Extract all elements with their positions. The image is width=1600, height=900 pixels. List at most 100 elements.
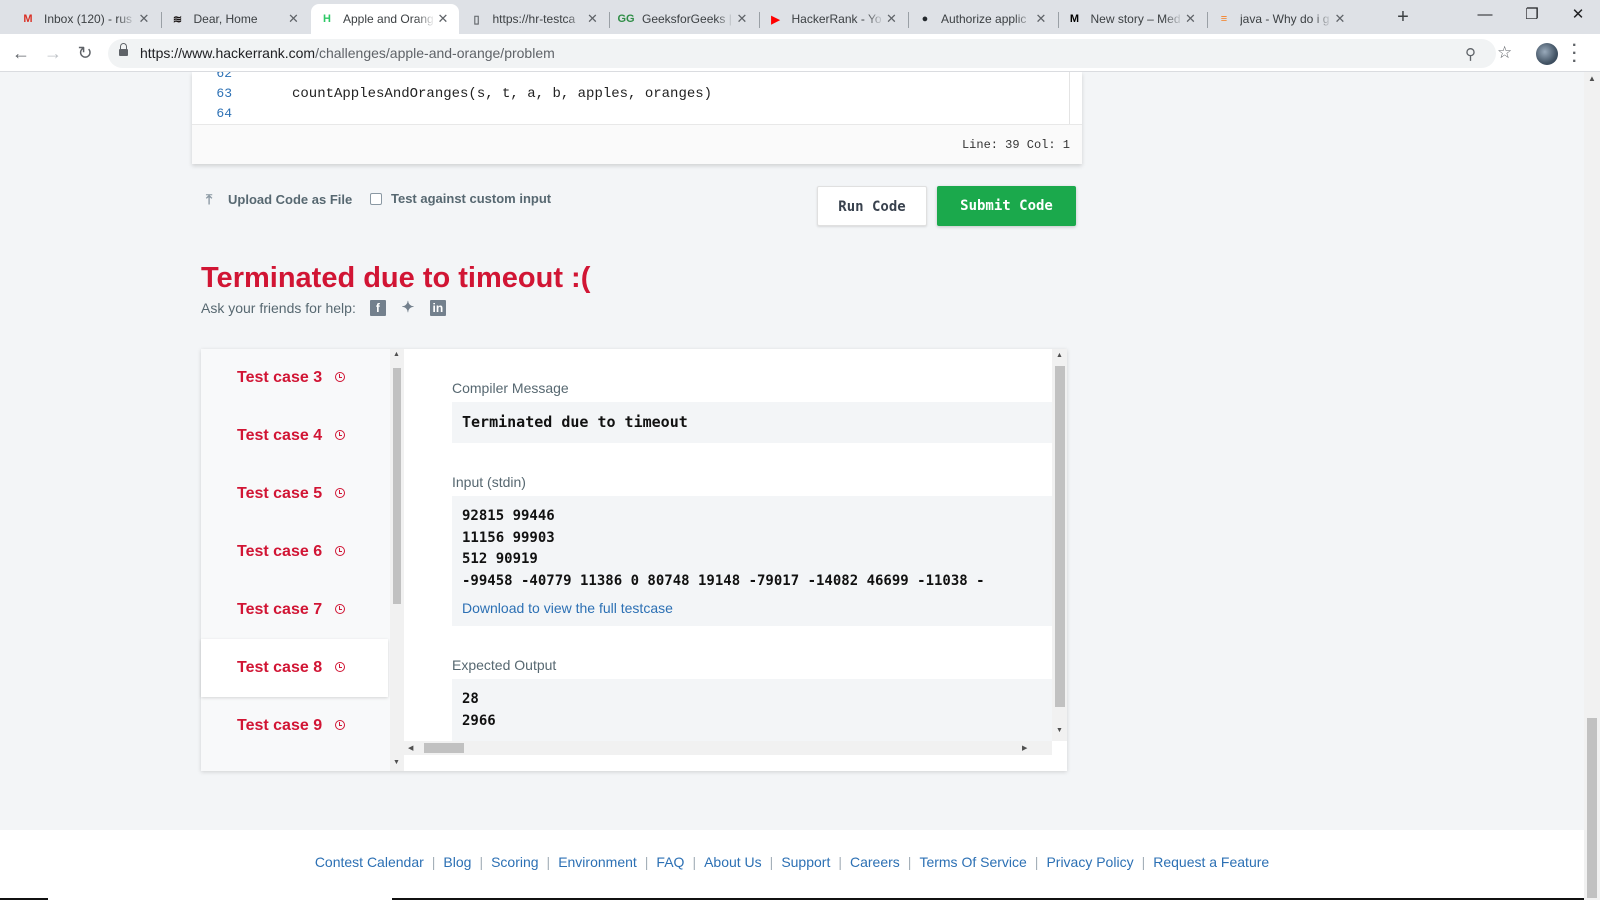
- detail-vertical-scrollbar[interactable]: ▲ ▼: [1052, 349, 1067, 741]
- tab-close-icon[interactable]: ✕: [435, 11, 451, 27]
- tab-close-icon[interactable]: ✕: [1183, 11, 1199, 27]
- profile-avatar[interactable]: [1536, 43, 1558, 65]
- scroll-up-icon[interactable]: ▲: [1056, 352, 1063, 359]
- tab-close-icon[interactable]: ✕: [136, 11, 152, 27]
- browser-tab[interactable]: H Apple and Orang ✕: [311, 4, 459, 34]
- footer-separator: |: [838, 854, 842, 870]
- facebook-icon[interactable]: f: [369, 300, 386, 316]
- scroll-up-icon[interactable]: ▲: [1588, 74, 1596, 83]
- browser-tab[interactable]: GG GeeksforGeeks | ✕: [610, 4, 758, 34]
- test-case-scrollbar[interactable]: ▲ ▼: [390, 349, 404, 771]
- test-case-item[interactable]: Test case 4: [201, 407, 388, 465]
- linkedin-icon[interactable]: in: [429, 300, 446, 316]
- test-case-item[interactable]: Test case 8: [201, 639, 388, 697]
- bookmark-star-icon[interactable]: ☆: [1497, 43, 1512, 63]
- scroll-down-icon[interactable]: ▼: [1056, 727, 1063, 734]
- browser-tab[interactable]: M Inbox (120) - rus ✕: [12, 4, 160, 34]
- upload-icon: ⤒: [206, 191, 213, 207]
- download-testcase-link[interactable]: Download to view the full testcase: [462, 598, 1044, 620]
- browser-tab[interactable]: ≡ java - Why do i g ✕: [1208, 4, 1356, 34]
- tab-title: Apple and Orang: [343, 12, 434, 26]
- share-help: Ask your friends for help: f ✦ in: [201, 300, 446, 316]
- tab-separator: [1057, 12, 1059, 28]
- footer-link[interactable]: Request a Feature: [1153, 854, 1269, 870]
- footer-link[interactable]: About Us: [704, 854, 762, 870]
- custom-input-label: Test against custom input: [391, 191, 552, 206]
- footer-separator: |: [692, 854, 697, 870]
- scroll-left-icon[interactable]: ◀: [408, 744, 413, 752]
- tab-separator: [758, 12, 760, 28]
- footer-link[interactable]: Support: [781, 854, 830, 870]
- test-case-item[interactable]: Test case 5: [201, 465, 388, 523]
- twitter-icon[interactable]: ✦: [400, 300, 416, 316]
- footer-link[interactable]: Contest Calendar: [315, 854, 424, 870]
- expected-output: 28 2966: [462, 691, 496, 729]
- browser-tab[interactable]: ● Authorize applic ✕: [909, 4, 1057, 34]
- browser-tab[interactable]: ▯ https://hr-testca ✕: [461, 4, 609, 34]
- custom-input-toggle[interactable]: Test against custom input: [370, 191, 551, 206]
- cursor-position: Line: 39 Col: 1: [961, 138, 1070, 152]
- footer-separator: |: [1141, 854, 1146, 870]
- footer-link[interactable]: Privacy Policy: [1046, 854, 1133, 870]
- footer-link[interactable]: FAQ: [656, 854, 684, 870]
- test-case-label: Test case 8: [237, 659, 323, 676]
- input-box: 92815 99446 11156 99903 512 90919 -99458…: [452, 496, 1054, 626]
- footer-separator: |: [907, 854, 912, 870]
- forward-icon[interactable]: →: [40, 40, 66, 66]
- code-editor[interactable]: 62 63 countApplesAndOranges(s, t, a, b, a…: [192, 72, 1082, 164]
- footer-link[interactable]: Terms Of Service: [919, 854, 1026, 870]
- close-window-button[interactable]: ✕: [1558, 2, 1598, 28]
- reload-icon[interactable]: ↻: [72, 40, 98, 66]
- scroll-thumb[interactable]: [1587, 718, 1597, 898]
- test-case-item[interactable]: Test case 6: [201, 523, 388, 581]
- url-path: /challenges/apple-and-orange/problem: [315, 45, 555, 61]
- run-code-button[interactable]: Run Code: [817, 186, 927, 226]
- tab-close-icon[interactable]: ✕: [734, 11, 750, 27]
- tab-close-icon[interactable]: ✕: [1332, 11, 1348, 27]
- submit-code-button[interactable]: Submit Code: [937, 186, 1076, 226]
- test-case-label: Test case 9: [237, 717, 323, 734]
- footer-link[interactable]: Environment: [558, 854, 637, 870]
- page-scrollbar[interactable]: ▲: [1584, 72, 1600, 900]
- tab-close-icon[interactable]: ✕: [884, 11, 900, 27]
- hackerrank-icon: H: [323, 13, 331, 25]
- document-icon: ▯: [473, 13, 480, 26]
- test-case-item[interactable]: Test case 3: [201, 349, 388, 407]
- browser-tab[interactable]: M New story – Med ✕: [1059, 4, 1207, 34]
- test-case-item[interactable]: Test case 7: [201, 581, 388, 639]
- tab-title: New story – Med: [1090, 12, 1181, 26]
- restore-button[interactable]: ❐: [1512, 2, 1552, 28]
- tab-separator: [1207, 12, 1208, 28]
- detail-horizontal-scrollbar[interactable]: ◀ ▶: [404, 741, 1052, 755]
- footer-link[interactable]: Careers: [850, 854, 900, 870]
- browser-tab[interactable]: ▶ HackerRank - Yo ✕: [760, 4, 908, 34]
- scroll-thumb[interactable]: [424, 743, 464, 753]
- tab-title: Authorize applic: [941, 12, 1027, 26]
- minimize-button[interactable]: —: [1465, 2, 1505, 28]
- browser-tab[interactable]: ≋ Dear, Home ✕: [162, 4, 310, 34]
- footer-link[interactable]: Scoring: [491, 854, 538, 870]
- scroll-down-icon[interactable]: ▼: [393, 759, 400, 766]
- tab-close-icon[interactable]: ✕: [1033, 11, 1049, 27]
- test-case-item[interactable]: Test case 9: [201, 697, 388, 755]
- test-case-label: Test case 7: [237, 601, 323, 618]
- browser-menu-icon[interactable]: · · ·: [1572, 38, 1577, 70]
- scroll-thumb[interactable]: [393, 368, 401, 604]
- scroll-right-icon[interactable]: ▶: [1022, 744, 1027, 752]
- custom-input-checkbox[interactable]: [370, 192, 382, 205]
- footer-separator: |: [1034, 854, 1039, 870]
- test-results-panel: Test case 3 Test case 4 Test case 5 Test ca…: [201, 349, 1067, 771]
- footer-link[interactable]: Blog: [443, 854, 471, 870]
- footer-separator: |: [644, 854, 649, 870]
- scroll-thumb[interactable]: [1055, 366, 1065, 707]
- key-icon[interactable]: ⚲: [1465, 45, 1476, 63]
- new-tab-button[interactable]: +: [1390, 6, 1416, 29]
- back-icon[interactable]: ←: [8, 40, 34, 66]
- upload-code-button[interactable]: ⤒ Upload Code as File: [206, 191, 352, 208]
- tab-separator: [609, 12, 610, 28]
- tab-close-icon[interactable]: ✕: [585, 11, 601, 27]
- scroll-up-icon[interactable]: ▲: [393, 351, 400, 358]
- footer-separator: |: [431, 854, 436, 870]
- tab-close-icon[interactable]: ✕: [286, 11, 302, 27]
- address-bar[interactable]: https://www.hackerrank.com/challenges/ap…: [108, 39, 1496, 68]
